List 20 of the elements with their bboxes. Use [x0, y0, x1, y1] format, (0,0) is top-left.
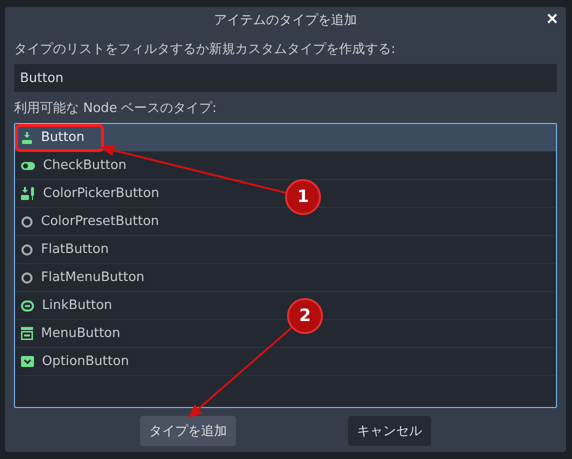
toggle-icon	[21, 160, 35, 170]
menu-icon	[21, 327, 33, 340]
list-item[interactable]: Button	[15, 124, 556, 152]
add-button[interactable]: タイプを追加	[140, 416, 236, 446]
dropdown-icon	[21, 356, 34, 367]
list-item[interactable]: FlatButton	[15, 236, 556, 264]
link-icon	[21, 300, 34, 312]
list-item[interactable]: OptionButton	[15, 348, 556, 376]
circle-icon	[21, 244, 33, 256]
list-item[interactable]: FlatMenuButton	[15, 264, 556, 292]
search-field[interactable]: Button	[14, 64, 557, 92]
cancel-button[interactable]: キャンセル	[348, 416, 431, 446]
filter-label: タイプのリストをフィルタするか新規カスタムタイプを作成する:	[14, 41, 396, 58]
circle-icon	[21, 216, 33, 228]
list-item[interactable]: CheckButton	[15, 152, 556, 180]
list-label: 利用可能な Node ベースのタイプ:	[14, 100, 218, 117]
circle-icon	[21, 272, 33, 284]
close-button[interactable]: ✕	[544, 10, 561, 28]
eyedropper-icon	[21, 187, 35, 200]
dialog-title: アイテムのタイプを追加	[214, 12, 357, 29]
